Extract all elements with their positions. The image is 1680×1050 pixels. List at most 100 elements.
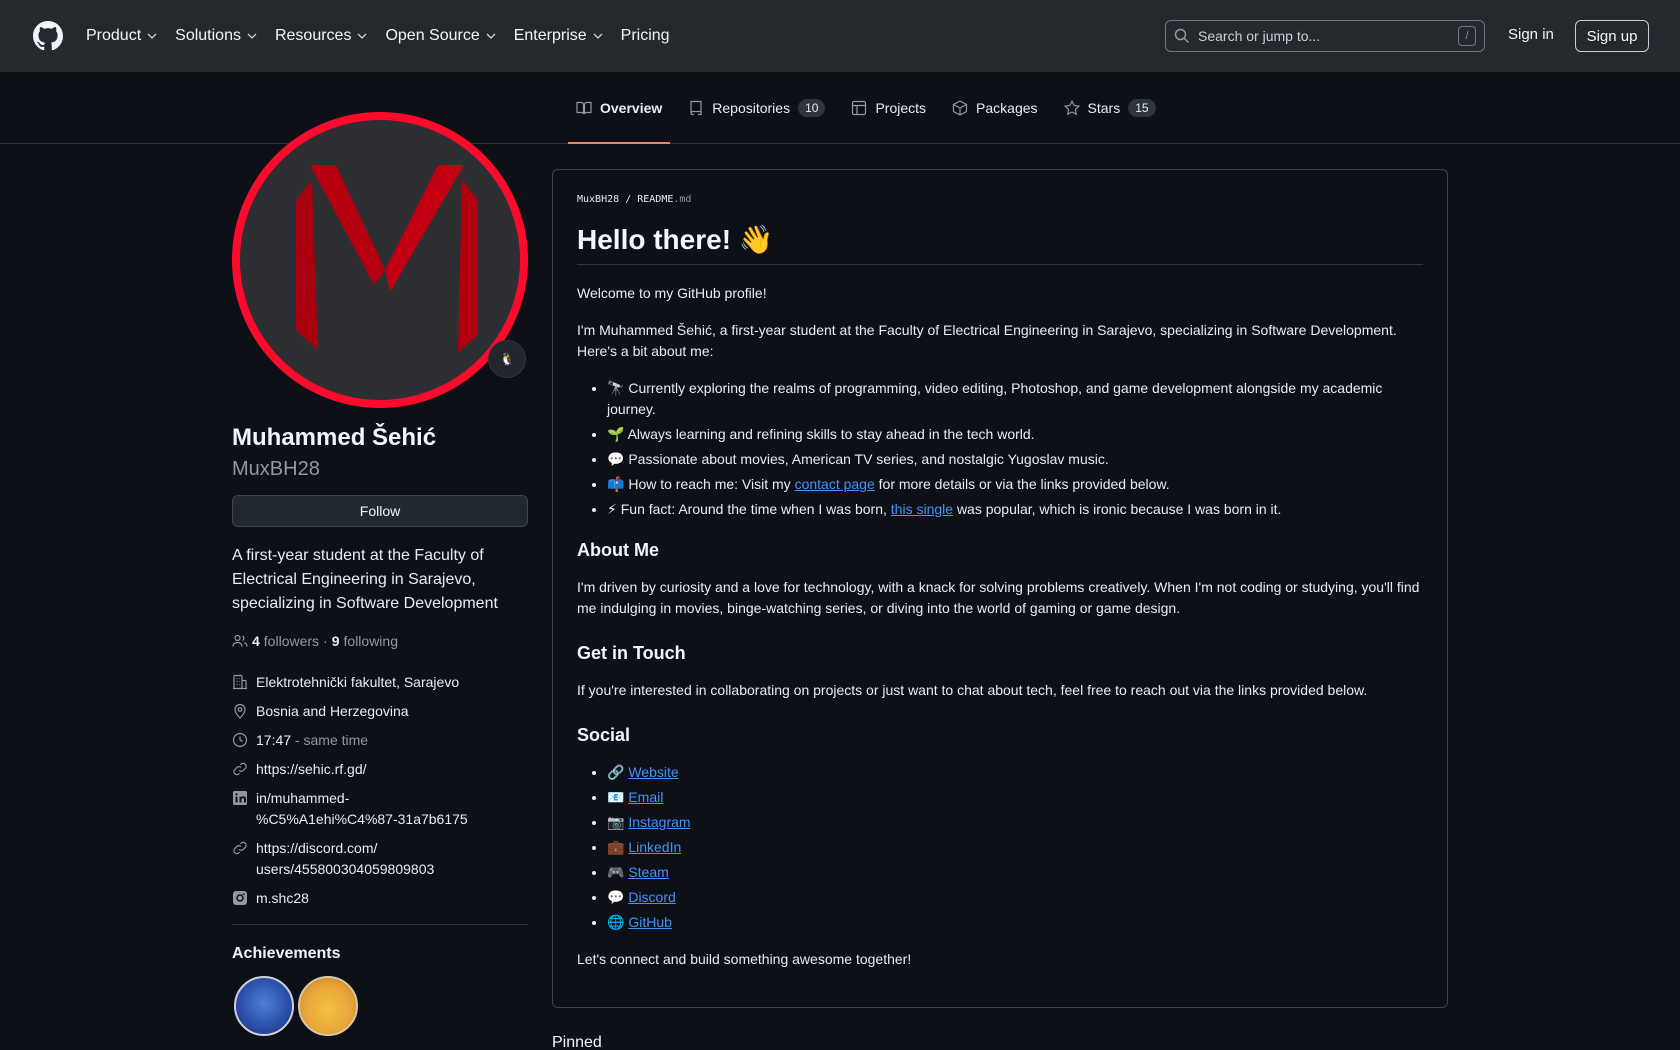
time-suffix: - same time [294,732,369,748]
discord-line-2[interactable]: users/455800304059809803 [256,861,434,877]
achievement-shark-badge[interactable] [234,976,294,1036]
nav-label: Product [86,27,142,44]
follow-stats: 4 followers · 9 following [232,633,398,649]
sign-in-link[interactable]: Sign in [1508,26,1554,43]
social-discord-link[interactable]: Discord [628,889,675,905]
search-placeholder: Search or jump to... [1198,28,1321,44]
about-me-heading: About Me [577,540,659,560]
search-input[interactable]: Search or jump to... / [1165,20,1485,52]
link-icon [233,762,247,776]
social-github-link[interactable]: GitHub [628,914,672,930]
avatar[interactable] [232,112,528,408]
vcard-instagram[interactable]: m.shc28 [232,888,528,909]
nav-open-source[interactable]: Open Source [385,27,496,45]
nav-label: Pricing [620,27,670,44]
tab-projects[interactable]: Projects [843,72,934,144]
tab-stars[interactable]: Stars 15 [1056,72,1164,144]
separator: · [323,633,328,649]
nav-enterprise[interactable]: Enterprise [514,27,603,45]
vcard-linkedin[interactable]: in/muhammed- %C5%A1ehi%C4%87-31a7b6175 [232,788,528,830]
readme-file-link[interactable]: README [637,194,673,205]
following-link[interactable]: 9 following [332,633,398,649]
tab-label: Repositories [712,100,791,116]
clock-icon [232,732,248,748]
email-icon: 📧 [607,789,625,805]
contact-page-link[interactable]: contact page [795,476,875,492]
star-icon [1063,100,1080,116]
chevron-down-icon [593,33,603,39]
followers-link[interactable]: 4 followers [252,633,319,649]
package-icon [952,100,968,116]
tab-overview[interactable]: Overview [568,72,671,144]
profile-vcard: Elektrotehnički fakultet, Sarajevo Bosni… [232,672,528,917]
nav-label: Open Source [385,27,480,44]
mailbox-icon: 📫 [607,476,625,492]
chevron-down-icon [247,33,257,39]
readme-owner-link[interactable]: MuxBH28 [577,194,619,205]
social-instagram-link[interactable]: Instagram [628,814,690,830]
sidebar-divider [232,924,528,925]
social-website-link[interactable]: Website [628,764,678,780]
list-item: 📷 Instagram [607,812,1423,833]
nav-solutions[interactable]: Solutions [175,27,257,45]
bullet-text: for more details or via the links provid… [878,476,1170,492]
about-me-text: I'm driven by curiosity and a love for t… [577,579,1420,616]
time-text: 17:47 [256,732,292,748]
linkedin-line-2[interactable]: %C5%A1ehi%C4%87-31a7b6175 [256,811,468,827]
link-emoji-icon: 🔗 [607,764,625,780]
pinned-heading: Pinned [552,1034,602,1050]
list-item: 🎮 Steam [607,862,1423,883]
social-linkedin-link[interactable]: LinkedIn [628,839,681,855]
list-item: 🌱 Always learning and refining skills to… [607,424,1423,445]
list-item: 💬 Passionate about movies, American TV s… [607,449,1423,470]
org-text: Elektrotehnički fakultet, Sarajevo [256,674,460,690]
this-single-link[interactable]: this single [891,501,953,517]
github-logo-icon[interactable] [32,20,64,52]
seedling-icon: 🌱 [607,426,625,442]
vcard-org: Elektrotehnički fakultet, Sarajevo [232,672,528,693]
linkedin-line-1[interactable]: in/muhammed- [256,790,349,806]
nav-pricing[interactable]: Pricing [621,27,670,45]
social-steam-link[interactable]: Steam [628,864,668,880]
follow-button[interactable]: Follow [232,495,528,527]
readme-card: MuxBH28 / README.md Hello there! 👋 Welco… [552,169,1448,1008]
nav-product[interactable]: Product [86,27,157,45]
list-item: 💬 Discord [607,887,1423,908]
list-item: 🌐 GitHub [607,912,1423,933]
achievements-title[interactable]: Achievements [232,945,341,963]
list-item: 📫 How to reach me: Visit my contact page… [607,474,1423,495]
camera-icon: 📷 [607,814,625,830]
search-icon [1174,28,1190,44]
sign-up-button[interactable]: Sign up [1575,20,1649,52]
speech-bubble-icon: 💬 [607,889,625,905]
website-link[interactable]: https://sehic.rf.gd/ [256,759,367,780]
status-emoji[interactable]: 🐧 [488,340,526,378]
followers-count: 4 [252,633,260,649]
nav-label: Enterprise [513,27,587,44]
tab-packages[interactable]: Packages [944,72,1045,144]
tab-repositories[interactable]: Repositories 10 [680,72,833,144]
vcard-discord[interactable]: https://discord.com/users/45580030405980… [232,838,528,880]
social-email-link[interactable]: Email [628,789,663,805]
social-heading: Social [577,725,631,745]
instagram-icon [233,891,247,905]
readme-title: Hello there! 👋 [577,223,1423,265]
followers-label: followers [263,633,320,649]
wave-icon: 👋 [738,224,774,255]
m-logo-icon [296,165,478,352]
instagram-link[interactable]: m.shc28 [256,888,309,909]
speech-bubble-icon: 💬 [607,451,625,467]
discord-line-1[interactable]: https://discord.com/ [256,840,377,856]
get-in-touch-text: If you're interested in collaborating on… [577,682,1368,698]
breadcrumb-separator: / [625,194,632,205]
nav-resources[interactable]: Resources [275,27,367,45]
profile-fullname: Muhammed Šehić [232,424,437,451]
bullet-text: was popular, which is ironic because I w… [956,501,1282,517]
profile-username: MuxBH28 [232,458,320,480]
social-links: 🔗 Website 📧 Email 📷 Instagram 💼 LinkedIn… [607,762,1423,933]
bullet-text: Passionate about movies, American TV ser… [628,451,1109,467]
achievement-cowboy-badge[interactable] [298,976,358,1036]
tab-label: Packages [976,100,1038,116]
vcard-website[interactable]: https://sehic.rf.gd/ [232,759,528,780]
nav-label: Resources [274,27,352,44]
